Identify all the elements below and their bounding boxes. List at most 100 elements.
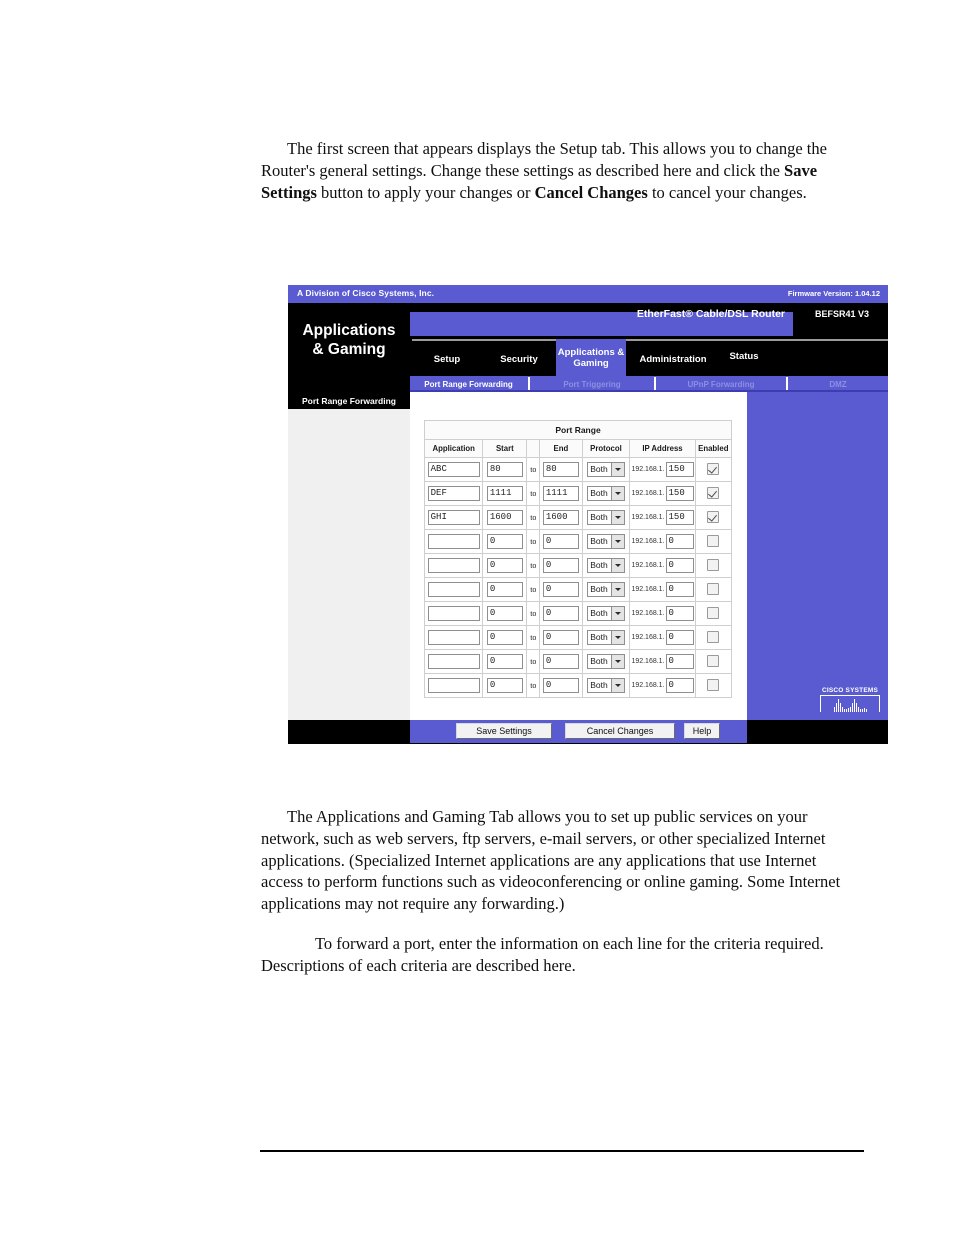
end-port-input-0[interactable]: 80: [542, 461, 579, 477]
protocol-select-5[interactable]: Both: [587, 581, 625, 597]
intro-text-a: The first screen that appears displays t…: [261, 139, 827, 180]
end-port-input-1[interactable]: 1111: [542, 485, 579, 501]
cisco-bridge-icon: [820, 695, 880, 712]
ip-last-octet-input-4[interactable]: 0: [665, 557, 694, 573]
protocol-select-2[interactable]: Both: [587, 509, 625, 525]
tab-security[interactable]: Security: [484, 343, 554, 376]
chevron-down-icon[interactable]: [610, 606, 624, 620]
cell-to-label: to: [526, 601, 540, 626]
protocol-select-1[interactable]: Both: [587, 485, 625, 501]
start-port-input-9[interactable]: 0: [486, 677, 523, 693]
end-port-input-9[interactable]: 0: [542, 677, 579, 693]
ip-last-octet-input-3[interactable]: 0: [665, 533, 694, 549]
ip-last-octet-input-0[interactable]: 150: [665, 461, 694, 477]
cell-protocol: Both: [581, 553, 631, 578]
protocol-select-4[interactable]: Both: [587, 557, 625, 573]
application-input-7[interactable]: [427, 629, 480, 645]
cell-application: [423, 529, 484, 554]
protocol-select-8[interactable]: Both: [587, 653, 625, 669]
ip-last-octet-input-5[interactable]: 0: [665, 581, 694, 597]
chevron-down-icon[interactable]: [610, 486, 624, 500]
tab-status[interactable]: Status: [720, 340, 768, 373]
enabled-checkbox-9[interactable]: [707, 679, 720, 692]
protocol-select-9[interactable]: Both: [587, 677, 625, 693]
cell-end: 0: [539, 673, 583, 698]
enabled-checkbox-7[interactable]: [707, 631, 720, 644]
save-settings-button[interactable]: Save Settings: [456, 723, 552, 739]
chevron-down-icon[interactable]: [610, 582, 624, 596]
cell-protocol: Both: [581, 457, 631, 482]
protocol-select-0[interactable]: Both: [587, 461, 625, 477]
enabled-checkbox-2[interactable]: [707, 511, 720, 524]
chevron-down-icon[interactable]: [610, 534, 624, 548]
start-port-input-8[interactable]: 0: [486, 653, 523, 669]
application-input-2[interactable]: GHI: [427, 509, 480, 525]
enabled-checkbox-3[interactable]: [707, 535, 720, 548]
enabled-checkbox-6[interactable]: [707, 607, 720, 620]
start-port-input-1[interactable]: 1111: [486, 485, 523, 501]
enabled-checkbox-0[interactable]: [707, 463, 720, 476]
application-input-6[interactable]: [427, 605, 480, 621]
table-row: 0 to 0 Both 192.168.1. 0: [423, 673, 733, 698]
protocol-select-3[interactable]: Both: [587, 533, 625, 549]
cell-start: 0: [482, 649, 528, 674]
cancel-changes-button[interactable]: Cancel Changes: [565, 723, 675, 739]
intro-paragraph: The first screen that appears displays t…: [261, 138, 855, 203]
chevron-down-icon[interactable]: [610, 510, 624, 524]
application-input-4[interactable]: [427, 557, 480, 573]
end-port-input-6[interactable]: 0: [542, 605, 579, 621]
cell-end: 0: [539, 529, 583, 554]
application-input-5[interactable]: [427, 581, 480, 597]
application-input-0[interactable]: ABC: [427, 461, 480, 477]
chevron-down-icon[interactable]: [610, 654, 624, 668]
end-port-input-4[interactable]: 0: [542, 557, 579, 573]
application-input-1[interactable]: DEF: [427, 485, 480, 501]
tab-administration[interactable]: Administration: [630, 343, 716, 376]
ip-last-octet-input-7[interactable]: 0: [665, 629, 694, 645]
end-port-input-8[interactable]: 0: [542, 653, 579, 669]
end-port-input-2[interactable]: 1600: [542, 509, 579, 525]
cell-start: 1600: [482, 505, 528, 530]
cell-ip-address: 192.168.1. 0: [629, 625, 696, 650]
enabled-checkbox-8[interactable]: [707, 655, 720, 668]
start-port-input-6[interactable]: 0: [486, 605, 523, 621]
end-port-input-3[interactable]: 0: [542, 533, 579, 549]
chevron-down-icon[interactable]: [610, 462, 624, 476]
ip-last-octet-input-9[interactable]: 0: [665, 677, 694, 693]
tab-setup[interactable]: Setup: [414, 343, 480, 376]
ip-last-octet-input-2[interactable]: 150: [665, 509, 694, 525]
enabled-checkbox-5[interactable]: [707, 583, 720, 596]
table-row: 0 to 0 Both 192.168.1. 0: [423, 625, 733, 650]
protocol-select-7[interactable]: Both: [587, 629, 625, 645]
protocol-value-9: Both: [590, 679, 608, 690]
tab-applications-and-gaming[interactable]: Applications & Gaming: [556, 339, 626, 376]
protocol-select-6[interactable]: Both: [587, 605, 625, 621]
start-port-input-0[interactable]: 80: [486, 461, 523, 477]
start-port-input-4[interactable]: 0: [486, 557, 523, 573]
cell-start: 0: [482, 601, 528, 626]
end-port-input-5[interactable]: 0: [542, 581, 579, 597]
chevron-down-icon[interactable]: [610, 558, 624, 572]
start-port-input-5[interactable]: 0: [486, 581, 523, 597]
ip-last-octet-input-6[interactable]: 0: [665, 605, 694, 621]
start-port-input-7[interactable]: 0: [486, 629, 523, 645]
cell-ip-address: 192.168.1. 0: [629, 529, 696, 554]
right-help-panel: CISCO SYSTEMS: [747, 392, 888, 720]
help-button[interactable]: Help: [684, 723, 720, 739]
application-input-3[interactable]: [427, 533, 480, 549]
ip-last-octet-input-8[interactable]: 0: [665, 653, 694, 669]
start-port-input-3[interactable]: 0: [486, 533, 523, 549]
start-port-input-2[interactable]: 1600: [486, 509, 523, 525]
application-input-9[interactable]: [427, 677, 480, 693]
chevron-down-icon[interactable]: [610, 678, 624, 692]
col-header-enabled: Enabled: [694, 439, 733, 458]
chevron-down-icon[interactable]: [610, 630, 624, 644]
subtab-separator: [786, 377, 788, 391]
enabled-checkbox-1[interactable]: [707, 487, 720, 500]
end-port-input-7[interactable]: 0: [542, 629, 579, 645]
enabled-checkbox-4[interactable]: [707, 559, 720, 572]
header-divider: [412, 339, 888, 341]
cell-application: [423, 649, 484, 674]
ip-last-octet-input-1[interactable]: 150: [665, 485, 694, 501]
application-input-8[interactable]: [427, 653, 480, 669]
